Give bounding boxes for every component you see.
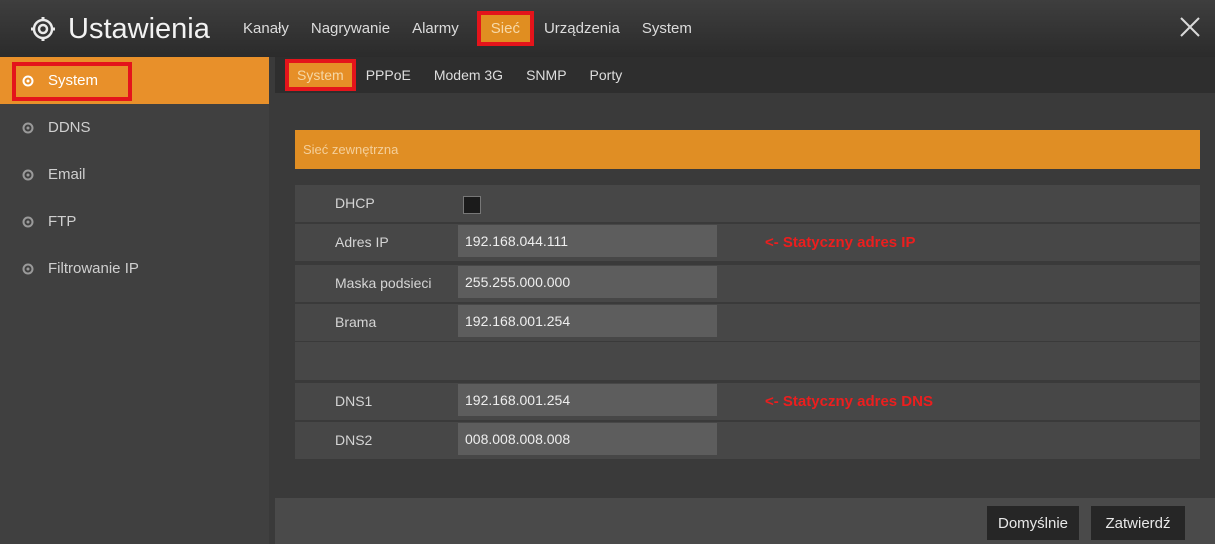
sidebar-item-system[interactable]: System [0, 57, 269, 104]
mask-label: Maska podsieci [335, 275, 432, 291]
dhcp-checkbox[interactable] [463, 196, 481, 214]
tab-system[interactable]: System [285, 59, 356, 91]
dns2-field[interactable]: 008.008.008.008 [458, 423, 717, 455]
sidebar-item-ddns[interactable]: DDNS [0, 104, 269, 151]
bullet-icon [22, 263, 34, 274]
top-bar: Ustawienia Kanały Nagrywanie Alarmy Sieć… [0, 0, 1215, 57]
sidebar: System DDNS Email FTP Filtrowanie IP [0, 57, 269, 544]
spacer-row [295, 342, 1200, 380]
dns1-row: DNS1 192.168.001.254 <- Statyczny adres … [295, 383, 1200, 420]
bottom-bar: Domyślnie Zatwierdź [275, 498, 1215, 544]
gateway-label: Brama [335, 314, 377, 330]
menu-item-nagrywanie[interactable]: Nagrywanie [311, 20, 390, 37]
menu-item-alarmy[interactable]: Alarmy [412, 20, 459, 37]
sidebar-item-label: FTP [48, 213, 77, 230]
bullet-icon [22, 216, 34, 227]
menu-item-siec[interactable]: Sieć [476, 11, 534, 46]
subnet-mask-field[interactable]: 255.255.000.000 [458, 266, 717, 298]
gateway-row: Brama 192.168.001.254 [295, 304, 1200, 341]
default-button[interactable]: Domyślnie [987, 506, 1079, 540]
main-menu: Kanały Nagrywanie Alarmy Sieć Urządzenia… [243, 0, 714, 57]
sidebar-item-label: System [48, 72, 99, 89]
tab-porty[interactable]: Porty [590, 67, 623, 83]
dhcp-label: DHCP [335, 195, 375, 211]
menu-item-system[interactable]: System [642, 20, 692, 37]
dns1-label: DNS1 [335, 393, 373, 409]
gateway-field[interactable]: 192.168.001.254 [458, 305, 717, 337]
sidebar-item-label: DDNS [48, 119, 91, 136]
tab-snmp[interactable]: SNMP [526, 67, 566, 83]
network-settings-panel: Sieć zewnętrzna DHCP Adres IP 192.168.04… [275, 93, 1215, 498]
page-title: Ustawienia [68, 12, 210, 45]
tab-modem-3g[interactable]: Modem 3G [434, 67, 503, 83]
bullet-icon [22, 169, 34, 180]
mask-row: Maska podsieci 255.255.000.000 [295, 265, 1200, 302]
subtab-bar: System PPPoE Modem 3G SNMP Porty [275, 57, 1215, 93]
sidebar-item-label: Filtrowanie IP [48, 260, 139, 277]
gear-icon [31, 17, 55, 41]
close-icon[interactable] [1177, 14, 1203, 40]
static-ip-note: <- Statyczny adres IP [765, 234, 916, 251]
section-header: Sieć zewnętrzna [295, 130, 1200, 169]
tab-pppoe[interactable]: PPPoE [366, 67, 411, 83]
dns2-label: DNS2 [335, 432, 373, 448]
sidebar-item-email[interactable]: Email [0, 151, 269, 198]
dns2-row: DNS2 008.008.008.008 [295, 422, 1200, 459]
bullet-icon [22, 75, 34, 86]
static-dns-note: <- Statyczny adres DNS [765, 393, 933, 410]
menu-item-urzadzenia[interactable]: Urządzenia [544, 20, 620, 37]
sidebar-item-label: Email [48, 166, 86, 183]
dhcp-row: DHCP [295, 185, 1200, 222]
apply-button[interactable]: Zatwierdź [1091, 506, 1185, 540]
ip-row: Adres IP 192.168.044.111 <- Statyczny ad… [295, 224, 1200, 261]
app-title: Ustawienia [30, 8, 210, 50]
dns1-field[interactable]: 192.168.001.254 [458, 384, 717, 416]
sidebar-item-ftp[interactable]: FTP [0, 198, 269, 245]
menu-item-kanaly[interactable]: Kanały [243, 20, 289, 37]
bullet-icon [22, 122, 34, 133]
ip-label: Adres IP [335, 234, 389, 250]
sidebar-item-filtrowanie-ip[interactable]: Filtrowanie IP [0, 245, 269, 292]
ip-address-field[interactable]: 192.168.044.111 [458, 225, 717, 257]
